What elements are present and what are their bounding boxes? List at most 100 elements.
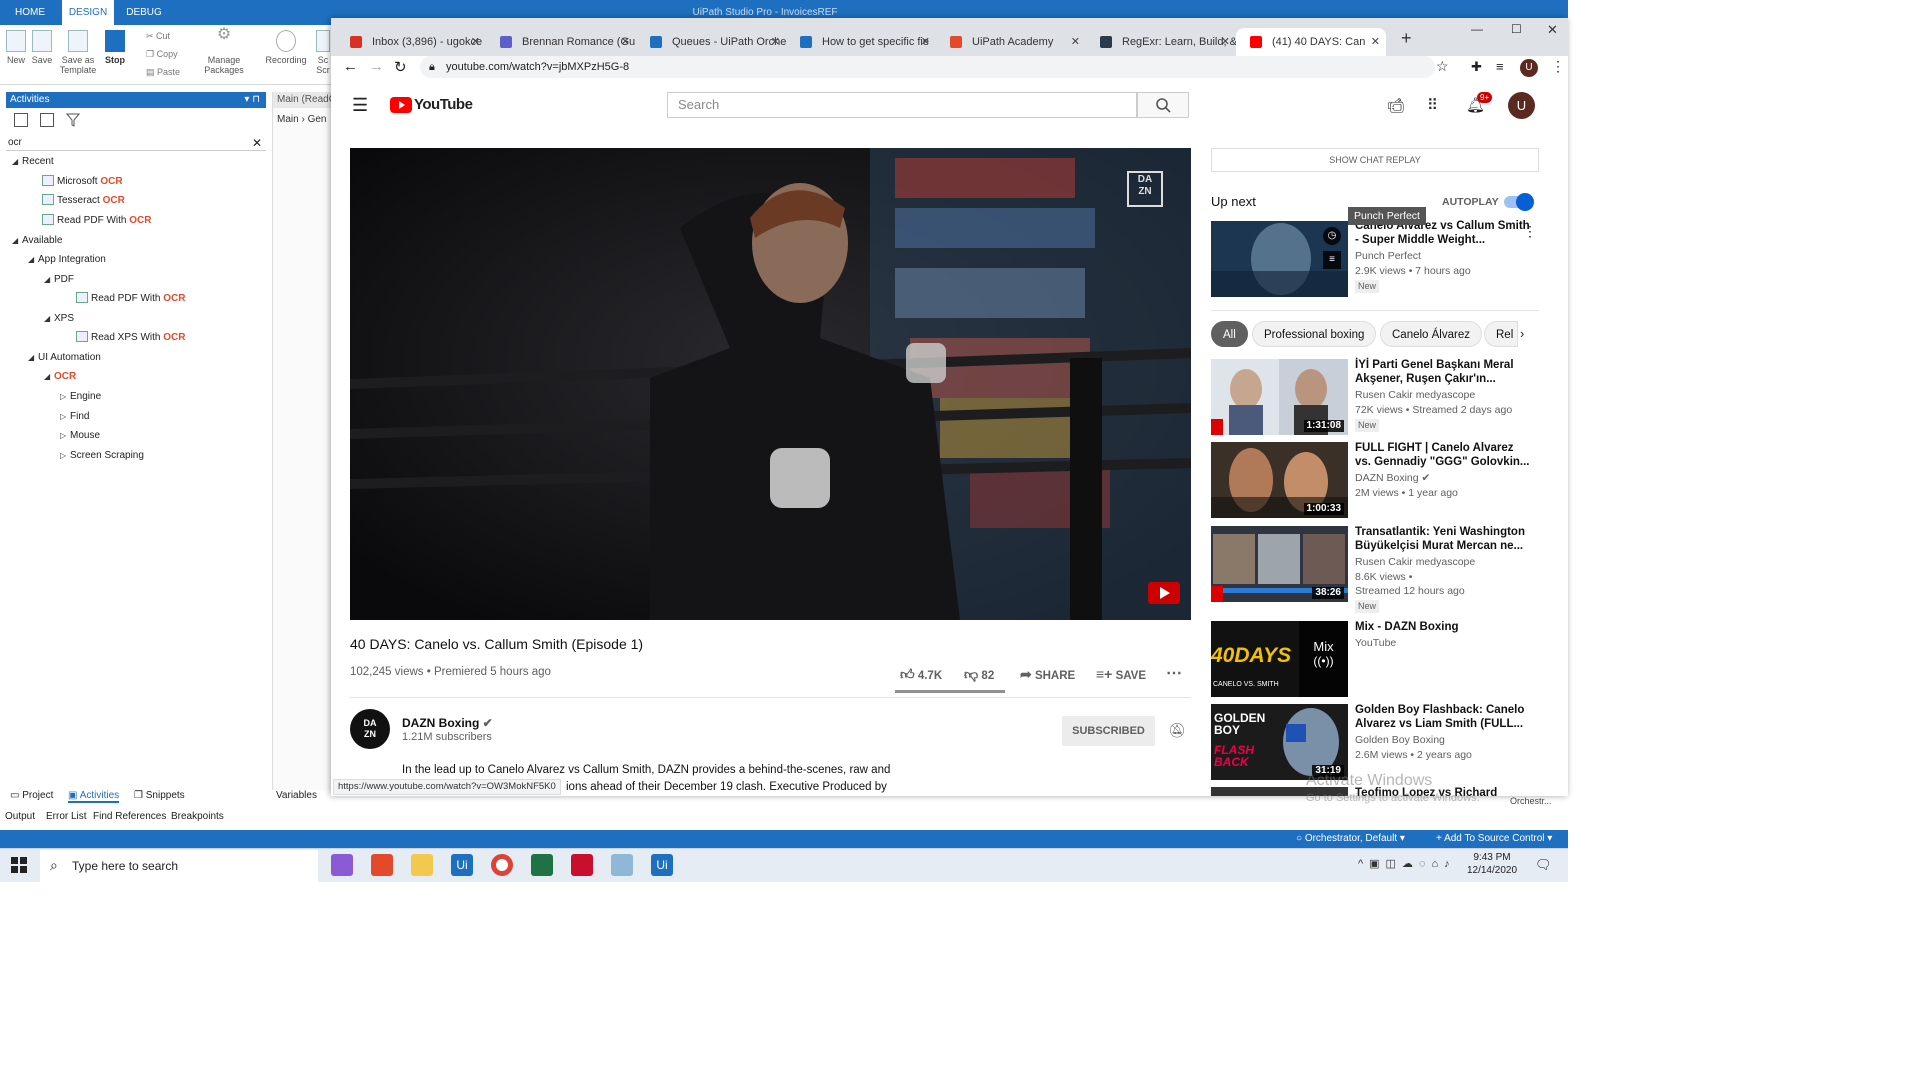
save-button[interactable]: ≡+ SAVE: [1096, 666, 1146, 684]
tab-error-list[interactable]: Error List: [46, 811, 87, 822]
like-button[interactable]: 👍︎ 4.7K: [900, 666, 942, 684]
designer-tab[interactable]: Main (ReadC: [273, 92, 332, 108]
new-tab-button[interactable]: +: [1401, 28, 1412, 49]
reload-icon[interactable]: ↻: [394, 58, 407, 76]
youtube-search-button[interactable]: [1137, 92, 1189, 118]
close-icon[interactable]: ✕: [1371, 28, 1380, 56]
tree-ocr-folder[interactable]: ◢ OCR: [44, 370, 76, 384]
panel-tab-project[interactable]: ▭ Project: [10, 790, 53, 801]
uipath-studio-taskbar-icon[interactable]: Ui: [451, 854, 473, 876]
app-icon[interactable]: [611, 854, 633, 876]
taskbar-search-input[interactable]: Type here to search: [40, 850, 318, 882]
rec-title[interactable]: Transatlantik: Yeni Washington Büyükelçi…: [1355, 525, 1530, 553]
browser-tab-academy[interactable]: UiPath Academy ✕: [936, 28, 1086, 56]
address-bar[interactable]: 🔒︎ youtube.com/watch?v=jbMXPzH5G-8: [420, 56, 1435, 78]
uipath-robot-taskbar-icon[interactable]: Ui: [651, 854, 673, 876]
tab-output[interactable]: Output: [5, 811, 35, 822]
file-explorer-icon[interactable]: [411, 854, 433, 876]
rec-title[interactable]: FULL FIGHT | Canelo Alvarez vs. Gennadiy…: [1355, 441, 1530, 469]
stop-button[interactable]: Stop: [102, 30, 128, 65]
tree-available[interactable]: ◢ Available: [12, 234, 62, 248]
tree-screen-scraping[interactable]: ▷ Screen Scraping: [60, 449, 144, 463]
tree-pdf[interactable]: ◢ PDF: [44, 273, 74, 287]
share-button[interactable]: ➦ SHARE: [1020, 666, 1075, 684]
tree-recent[interactable]: ◢ Recent: [12, 155, 54, 169]
tab-breakpoints[interactable]: Breakpoints: [171, 811, 224, 822]
recording-button[interactable]: Recording: [262, 30, 310, 65]
tree-read-pdf-ocr-recent[interactable]: Read PDF With OCR: [42, 214, 151, 228]
clear-search-icon[interactable]: ✕: [252, 136, 262, 150]
breadcrumb-gen[interactable]: Gen: [308, 114, 327, 125]
activities-search-input[interactable]: ocr: [6, 135, 266, 151]
close-icon[interactable]: ✕: [771, 28, 780, 56]
paste-button[interactable]: ▤ Paste: [146, 64, 180, 81]
youtube-account-avatar[interactable]: U: [1508, 92, 1535, 119]
cut-button[interactable]: ✂ Cut: [146, 28, 170, 45]
show-chat-replay-button[interactable]: SHOW CHAT REPLAY: [1211, 148, 1539, 172]
copy-button[interactable]: ❐ Copy: [146, 46, 178, 63]
chip-related[interactable]: Rel: [1484, 321, 1518, 347]
rec-title[interactable]: İYİ Parti Genel Başkanı Meral Akşener, R…: [1355, 358, 1530, 386]
browser-tab-forum[interactable]: How to get specific fie ✕: [786, 28, 936, 56]
orchestrator-status[interactable]: ○ Orchestrator, Default ▾: [1296, 830, 1405, 848]
rec-thumbnail[interactable]: 40DAYS CANELO VS. SMITH Mix ((•)): [1211, 621, 1348, 697]
taskbar-clock[interactable]: 9:43 PM 12/14/2020: [1462, 851, 1522, 877]
close-icon[interactable]: ✕: [471, 28, 480, 56]
tab-debug[interactable]: DEBUG: [120, 0, 168, 25]
extensions-icon[interactable]: ✚: [1471, 59, 1482, 75]
menu-icon[interactable]: ⋮: [1551, 58, 1565, 75]
subscribed-button[interactable]: SUBSCRIBED: [1062, 716, 1155, 746]
hamburger-menu-icon[interactable]: ☰: [352, 96, 368, 114]
browser-tab-regexr[interactable]: RegExr: Learn, Build, & ✕: [1086, 28, 1236, 56]
manage-packages-button[interactable]: ⚙ Manage Packages: [200, 27, 248, 76]
rec-thumbnail[interactable]: GOLDEN BOY FLASH BACK 31:19: [1211, 704, 1348, 780]
chrome-icon[interactable]: [491, 854, 513, 876]
apps-grid-icon[interactable]: ⠿: [1427, 96, 1438, 114]
tab-variables[interactable]: Variables: [276, 790, 317, 801]
orchestrator-panel-tab[interactable]: Orchestr...: [1510, 796, 1552, 806]
tree-xps[interactable]: ◢ XPS: [44, 312, 74, 326]
watch-later-icon[interactable]: ◷: [1323, 227, 1341, 245]
channel-name[interactable]: DAZN Boxing ✔: [402, 716, 493, 730]
tree-microsoft-ocr[interactable]: Microsoft OCR: [42, 175, 123, 189]
tab-find-references[interactable]: Find References: [93, 811, 166, 822]
back-icon[interactable]: ←: [343, 58, 358, 75]
notification-off-icon[interactable]: 🔕︎: [1168, 722, 1186, 739]
close-icon[interactable]: ✕: [921, 28, 930, 56]
tree-read-xps-ocr[interactable]: Read XPS With OCR: [76, 331, 186, 345]
windows-start-icon[interactable]: [11, 857, 27, 873]
office-icon[interactable]: [371, 854, 393, 876]
video-player[interactable]: DA ZN: [350, 148, 1191, 620]
minimize-icon[interactable]: —: [1471, 22, 1483, 36]
expand-all-icon[interactable]: [14, 113, 28, 127]
browser-tab-brennan[interactable]: Brennan Romance (Gu ✕: [486, 28, 636, 56]
chip-canelo-alvarez[interactable]: Canelo Álvarez: [1380, 321, 1482, 347]
bookmark-icon[interactable]: ☆: [1436, 58, 1449, 75]
rec-thumbnail[interactable]: 1:31:08: [1211, 359, 1348, 435]
dislike-button[interactable]: 👎︎ 82: [964, 666, 994, 684]
more-actions-icon[interactable]: ⋯: [1166, 666, 1182, 682]
save-as-template-button[interactable]: Save as Template: [58, 30, 98, 75]
profile-avatar[interactable]: U: [1520, 59, 1538, 77]
system-tray-icons[interactable]: ^▣◫☁◌⌂♪: [1358, 857, 1456, 870]
add-source-control[interactable]: + Add To Source Control ▾: [1436, 830, 1552, 848]
tree-ui-automation[interactable]: ◢ UI Automation: [28, 351, 101, 365]
panel-tab-activities[interactable]: ▣ Activities: [68, 790, 120, 803]
channel-avatar[interactable]: DA ZN: [350, 709, 390, 749]
close-window-icon[interactable]: ✕: [1547, 22, 1558, 38]
rec-thumbnail[interactable]: 38:26: [1211, 526, 1348, 602]
close-icon[interactable]: ✕: [1071, 28, 1080, 56]
rec-thumbnail[interactable]: 1:00:33: [1211, 442, 1348, 518]
tree-read-pdf-ocr[interactable]: Read PDF With OCR: [76, 292, 185, 306]
browser-tab-gmail[interactable]: Inbox (3,896) - ugokce ✕: [336, 28, 486, 56]
forward-icon[interactable]: →: [369, 58, 384, 75]
tree-engine[interactable]: ▷ Engine: [60, 390, 101, 404]
tree-find[interactable]: ▷ Find: [60, 410, 89, 424]
chevron-right-icon[interactable]: ›: [1520, 326, 1524, 341]
panel-tab-snippets[interactable]: ❐ Snippets: [134, 790, 185, 801]
rec-title[interactable]: Mix - DAZN Boxing: [1355, 620, 1530, 634]
breadcrumb-main[interactable]: Main: [277, 114, 299, 125]
pin-icon[interactable]: ▾ ⊓: [244, 92, 260, 108]
tree-tesseract-ocr[interactable]: Tesseract OCR: [42, 194, 125, 208]
create-video-icon[interactable]: 📹︎: [1387, 97, 1405, 114]
